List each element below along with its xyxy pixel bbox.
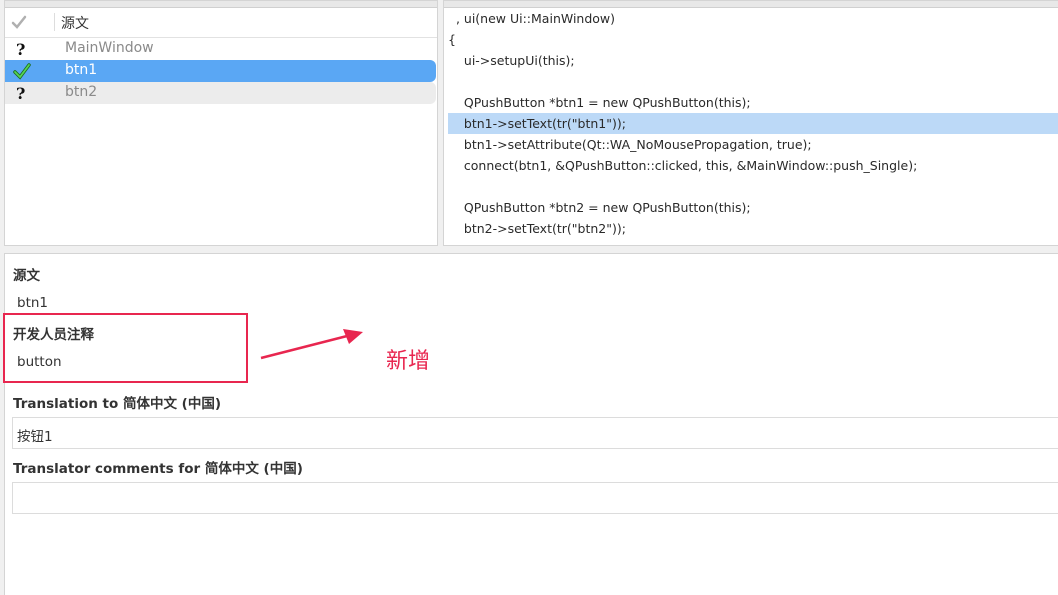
source-column-header[interactable]: 源文: [61, 13, 89, 33]
code-line: QPushButton *btn1 = new QPushButton(this…: [448, 95, 751, 110]
strings-header: 源文: [5, 8, 437, 38]
translator-comments-title: Translator comments for 简体中文 (中国): [13, 461, 303, 477]
svg-text:?: ?: [16, 84, 25, 102]
qt-linguist-window: 源文 ? MainWindow btn1 ? btn2 , ui(new Ui:…: [0, 0, 1058, 595]
source-text-title: 源文: [13, 268, 40, 284]
string-row-btn2[interactable]: ? btn2: [5, 82, 436, 104]
translation-input-value: 按钮1: [17, 429, 53, 445]
code-line: btn1->setAttribute(Qt::WA_NoMousePropaga…: [448, 137, 812, 152]
panel-title-bar: [5, 1, 437, 8]
translator-comments-input[interactable]: [12, 482, 1058, 514]
strings-panel: 源文 ? MainWindow btn1 ? btn2: [4, 0, 438, 246]
string-row-label: btn1: [65, 62, 98, 78]
check-column-icon[interactable]: [11, 14, 27, 30]
svg-text:?: ?: [16, 40, 25, 58]
code-line: connect(btn1, &QPushButton::clicked, thi…: [448, 158, 918, 173]
column-divider[interactable]: [54, 13, 55, 31]
panel-title-bar: [444, 1, 1058, 8]
string-row-mainwindow[interactable]: ? MainWindow: [5, 38, 436, 60]
string-row-label: btn2: [65, 84, 98, 100]
code-line: {: [448, 32, 456, 47]
code-line: ui->setupUi(this);: [448, 53, 575, 68]
code-line: QPushButton *btn2 = new QPushButton(this…: [448, 200, 751, 215]
check-mark-icon: [13, 62, 31, 80]
source-code-panel[interactable]: , ui(new Ui::MainWindow) { ui->setupUi(t…: [443, 0, 1058, 246]
string-row-label: MainWindow: [65, 40, 154, 56]
question-mark-icon: ?: [13, 84, 29, 103]
code-line-highlighted: btn1->setText(tr("btn1"));: [448, 113, 1058, 134]
code-line: , ui(new Ui::MainWindow): [448, 11, 616, 26]
annotation-highlight-box: [3, 313, 248, 383]
translation-editor: 源文 btn1 开发人员注释 button Translation to 简体中…: [4, 253, 1058, 595]
annotation-label: 新增: [386, 349, 431, 374]
code-line: btn2->setText(tr("btn2"));: [448, 221, 626, 236]
question-mark-icon: ?: [13, 40, 29, 59]
string-row-btn1[interactable]: btn1: [5, 60, 436, 82]
annotation-arrow-icon: [260, 329, 363, 360]
source-text-value: btn1: [17, 295, 49, 311]
translation-title: Translation to 简体中文 (中国): [13, 396, 222, 412]
translation-input[interactable]: 按钮1: [12, 417, 1058, 449]
